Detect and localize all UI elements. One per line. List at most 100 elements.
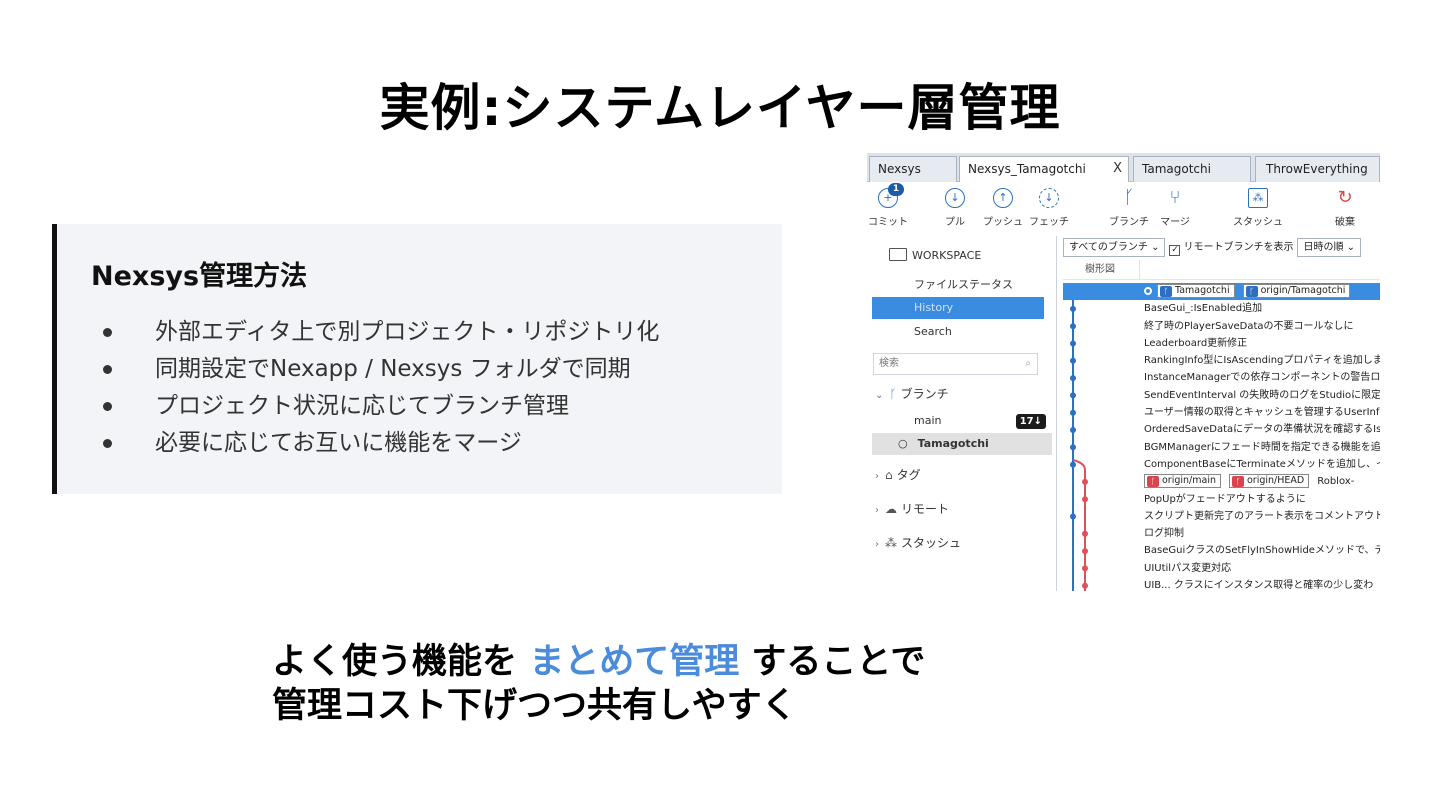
bottom-message: よく使う機能を まとめて管理 することで 管理コスト下げつつ共有しやすく (272, 640, 925, 728)
cloud-icon: ☁ (885, 502, 897, 516)
branch-icon: ᚴ (1232, 476, 1244, 488)
merge-button[interactable]: ⑂ マージ (1148, 187, 1202, 229)
merge-icon: ⑂ (1169, 187, 1181, 208)
commit-row[interactable]: UIB... クラスにインスタンス取得と確率の少し変わ (1063, 577, 1380, 591)
tags-group[interactable]: › ⌂ タグ (875, 466, 921, 483)
commit-button[interactable]: + 1 コミット (867, 183, 915, 228)
bullet-dot-icon (103, 365, 112, 374)
commit-message: 終了時のPlayerSaveDataの不要コールなしに (1144, 320, 1354, 332)
close-tab-icon[interactable]: X (1113, 157, 1122, 181)
commit-list: ᚴ Tamagotchi ᚴ origin/Tamagotchi BaseGui_:Is… (1063, 283, 1380, 591)
workspace-header: WORKSPACE (889, 248, 981, 262)
sidebar-item-history[interactable]: History (872, 297, 1044, 319)
commit-message: Roblox- (1317, 476, 1355, 488)
branches-group[interactable]: ⌄ ᚴ ブランチ (875, 385, 949, 402)
bullet-dot-icon (103, 328, 112, 337)
branch-icon: ᚴ (1245, 286, 1258, 297)
arrow-down-icon: ↓ (945, 188, 965, 208)
head-marker-icon (1144, 287, 1152, 295)
branch-main[interactable]: main 17↓ (872, 410, 1052, 432)
commit-row[interactable]: RankingInfo型にIsAscendingプロパティを追加しま (1063, 352, 1380, 369)
commit-message: PopUpがフェードアウトするように (1144, 493, 1306, 505)
commit-row[interactable]: UIUtilパス変更対応 (1063, 560, 1380, 577)
commit-row[interactable]: SendEventInterval の失敗時のログをStudioに限定 (1063, 387, 1380, 404)
commit-message: RankingInfo型にIsAscendingプロパティを追加しま (1144, 355, 1380, 367)
search-icon: ⌕ (1025, 358, 1031, 369)
branch-icon: ᚴ (1160, 286, 1172, 297)
fetch-icon: ↓ (1039, 188, 1059, 208)
commit-row[interactable]: InstanceManagerでの依存コンポーネントの警告ロ (1063, 369, 1380, 386)
branch-label[interactable]: ᚴ origin/main (1144, 474, 1221, 489)
branch-tamagotchi[interactable]: ○ Tamagotchi (872, 433, 1052, 455)
sourcetree-screenshot: Nexsys Nexsys_Tamagotchi X Tamagotchi Thr… (867, 153, 1380, 591)
sidebar-item-search[interactable]: Search (872, 321, 1044, 343)
commit-message: ログ抑制 (1144, 528, 1184, 540)
chevron-down-icon: ⌄ (875, 390, 884, 401)
tab-nexsys-tamagotchi[interactable]: Nexsys_Tamagotchi X (959, 156, 1129, 182)
current-branch-icon: ○ (898, 437, 908, 450)
branch-label[interactable]: ᚴ Tamagotchi (1157, 284, 1235, 298)
commit-row[interactable]: ᚴ origin/main ᚴ origin/HEAD Roblox- (1063, 473, 1380, 490)
fetch-button[interactable]: ↓ フェッチ (1022, 188, 1076, 228)
monitor-icon (889, 248, 907, 261)
commit-count-badge: 1 (888, 183, 904, 196)
tab-nexsys[interactable]: Nexsys (869, 156, 957, 182)
graph-column-header: 樹形図 (1063, 260, 1380, 280)
commit-row[interactable]: スクリプト更新完了のアラート表示をコメントアウト (1063, 508, 1380, 525)
commit-row[interactable]: PopUpがフェードアウトするように (1063, 491, 1380, 508)
commit-row[interactable]: BaseGui_:IsEnabled追加 (1063, 300, 1380, 317)
commit-row[interactable]: 終了時のPlayerSaveDataの不要コールなしに (1063, 318, 1380, 335)
bullet-item: 外部エディタ上で別プロジェクト・リポジトリ化 (103, 314, 659, 351)
sidebar-item-file-status[interactable]: ファイルステータス (872, 274, 1044, 296)
tab-throweverything[interactable]: ThrowEverything (1255, 156, 1380, 182)
branch-filter-dropdown[interactable]: すべてのブランチ ⌄ (1063, 238, 1166, 257)
bullet-dot-icon (103, 402, 112, 411)
commit-message: Leaderboard更新修正 (1144, 337, 1248, 349)
slide-title: 実例:システムレイヤー層管理 (379, 79, 1061, 137)
tab-tamagotchi[interactable]: Tamagotchi (1133, 156, 1251, 182)
bottom-message-line1: よく使う機能を まとめて管理 することで (272, 642, 926, 682)
history-panel: すべてのブランチ ⌄ ✓ リモートブランチを表示 日時の順 ⌄ 樹形図 ᚴ Tamago… (1063, 236, 1380, 591)
branch-label[interactable]: ᚴ origin/HEAD (1229, 474, 1310, 489)
commit-row[interactable]: Leaderboard更新修正 (1063, 335, 1380, 352)
stash-icon: ⁂ (1248, 188, 1268, 208)
remotes-group[interactable]: › ☁ リモート (875, 500, 949, 517)
tag-icon: ⌂ (885, 468, 893, 482)
commit-row[interactable]: ComponentBaseにTerminateメソッドを追加し、イン (1063, 456, 1380, 473)
commit-row[interactable]: ログ抑制 (1063, 525, 1380, 542)
info-heading: Nexsys管理方法 (91, 261, 308, 292)
commit-message: SendEventInterval の失敗時のログをStudioに限定 (1144, 389, 1380, 401)
commit-row[interactable]: BGMManagerにフェード時間を指定できる機能を追 (1063, 439, 1380, 456)
checkbox-icon: ✓ (1169, 245, 1181, 256)
highlight-text: まとめて管理 (529, 642, 740, 682)
stashes-group[interactable]: › ⁂ スタッシュ (875, 534, 961, 551)
arrow-up-icon: ↑ (993, 188, 1013, 208)
discard-button[interactable]: ↻ 破棄 (1318, 187, 1372, 229)
branch-label[interactable]: ᚴ origin/Tamagotchi (1242, 284, 1351, 298)
show-remote-checkbox[interactable]: ✓ リモートブランチを表示 (1169, 238, 1293, 257)
stash-button[interactable]: ⁂ スタッシュ (1231, 188, 1285, 228)
commit-message: UIUtilパス変更対応 (1144, 562, 1232, 574)
history-filters: すべてのブランチ ⌄ ✓ リモートブランチを表示 日時の順 ⌄ (1063, 238, 1365, 258)
sidebar-search-input[interactable]: 検索 ⌕ (873, 353, 1038, 375)
tab-bar: Nexsys Nexsys_Tamagotchi X Tamagotchi Thr… (867, 153, 1380, 182)
branch-icon: ᚴ (1123, 187, 1135, 208)
commit-message: OrderedSaveDataにデータの準備状況を確認するIs (1144, 424, 1380, 436)
commit-message: スクリプト更新完了のアラート表示をコメントアウト (1144, 510, 1380, 522)
sort-order-dropdown[interactable]: 日時の順 ⌄ (1297, 238, 1362, 257)
commit-row[interactable]: ᚴ Tamagotchi ᚴ origin/Tamagotchi (1063, 283, 1380, 301)
bullet-list: 外部エディタ上で別プロジェクト・リポジトリ化 同期設定でNexapp / Nex… (103, 314, 659, 462)
commit-row[interactable]: BaseGuiクラスのSetFlyInShowHideメソッドで、デフ (1063, 542, 1380, 559)
behind-count-badge: 17↓ (1015, 414, 1046, 429)
commit-row[interactable]: ユーザー情報の取得とキャッシュを管理するUserInfo (1063, 404, 1380, 421)
bullet-item: 必要に応じてお互いに機能をマージ (103, 425, 659, 462)
branch-icon: ᚴ (889, 387, 897, 401)
bullet-item: プロジェクト状況に応じてブランチ管理 (103, 388, 659, 425)
discard-icon: ↻ (1337, 187, 1353, 208)
chevron-right-icon: › (875, 471, 879, 482)
bullet-item: 同期設定でNexapp / Nexsys フォルダで同期 (103, 351, 659, 388)
commit-row[interactable]: OrderedSaveDataにデータの準備状況を確認するIs (1063, 421, 1380, 438)
branch-icon: ᚴ (1147, 476, 1159, 488)
bottom-message-line2: 管理コスト下げつつ共有しやすく (272, 686, 797, 726)
pull-button[interactable]: ↓ プル (928, 188, 982, 228)
